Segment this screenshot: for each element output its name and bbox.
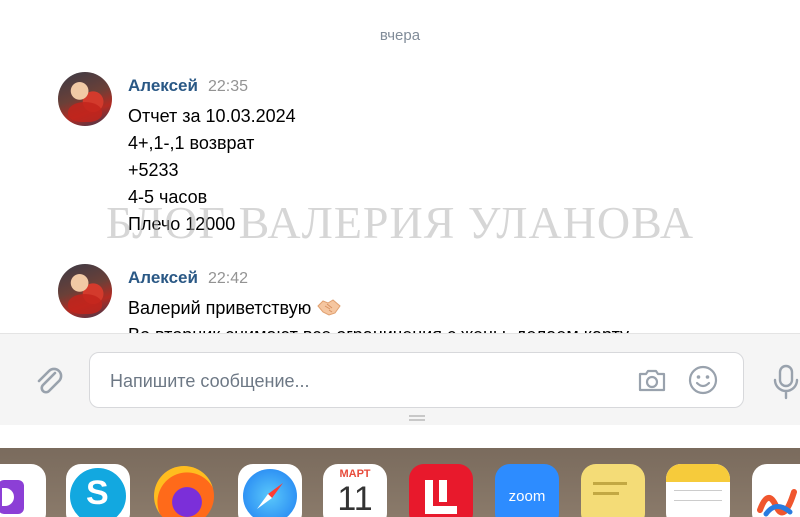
- author-name[interactable]: Алексей: [128, 268, 198, 287]
- message-time: 22:42: [207, 270, 248, 287]
- message-time: 22:35: [207, 78, 248, 95]
- zoom-label: zoom: [508, 488, 546, 505]
- compass-needle-icon: [257, 483, 283, 509]
- calendar-day: 11: [337, 480, 373, 517]
- window-bottom-edge: [0, 425, 800, 448]
- safari-app-icon[interactable]: [238, 464, 302, 517]
- avatar[interactable]: [58, 264, 112, 318]
- smile-icon[interactable]: [687, 364, 719, 396]
- notes-app-icon[interactable]: [666, 464, 730, 517]
- message-line: Отчет за 10.03.2024: [128, 106, 296, 126]
- camera-icon[interactable]: [636, 365, 668, 395]
- chat-history: вчера Алексей 22:35 Отчет за 10.03.2024 4…: [0, 0, 800, 333]
- lingualeo-app-icon[interactable]: [409, 464, 473, 517]
- macos-dock: S МАРТ 11 zoom: [0, 448, 800, 517]
- author-name[interactable]: Алексей: [128, 76, 198, 95]
- paperclip-icon[interactable]: [32, 364, 66, 398]
- message-input-box[interactable]: [89, 352, 744, 408]
- message-line: Во вторник снимают все ограничения с жен…: [128, 322, 629, 333]
- firefox-app-icon[interactable]: [152, 464, 216, 517]
- squiggle-icon: [757, 489, 797, 517]
- message-line: +5233: [128, 160, 179, 180]
- message-line: 4+,1-,1 возврат: [128, 133, 255, 153]
- microphone-icon[interactable]: [772, 364, 800, 400]
- date-separator: вчера: [379, 27, 421, 44]
- watermark: БЛОГ ВАЛЕРИЯ УЛАНОВА: [105, 197, 695, 248]
- message-header: Алексей 22:42: [128, 268, 248, 288]
- message-header: Алексей 22:35: [128, 76, 248, 96]
- daily-app-icon[interactable]: [0, 464, 46, 517]
- skype-app-icon[interactable]: S: [66, 464, 130, 517]
- freeform-app-icon[interactable]: [752, 464, 800, 517]
- message-composer: [0, 333, 800, 425]
- message-text: Валерий приветствую Во вторник снимают в…: [128, 295, 629, 333]
- handshake-icon: [317, 299, 341, 316]
- message-line: Валерий приветствую: [128, 295, 629, 322]
- stickies-app-icon[interactable]: [581, 464, 645, 517]
- calendar-month: МАРТ: [339, 468, 371, 480]
- resize-handle[interactable]: [409, 415, 425, 421]
- skype-letter: S: [86, 474, 109, 512]
- avatar[interactable]: [58, 72, 112, 126]
- zoom-app-icon[interactable]: zoom: [495, 464, 559, 517]
- message-input[interactable]: [110, 371, 610, 392]
- calendar-app-icon[interactable]: МАРТ 11: [323, 464, 387, 517]
